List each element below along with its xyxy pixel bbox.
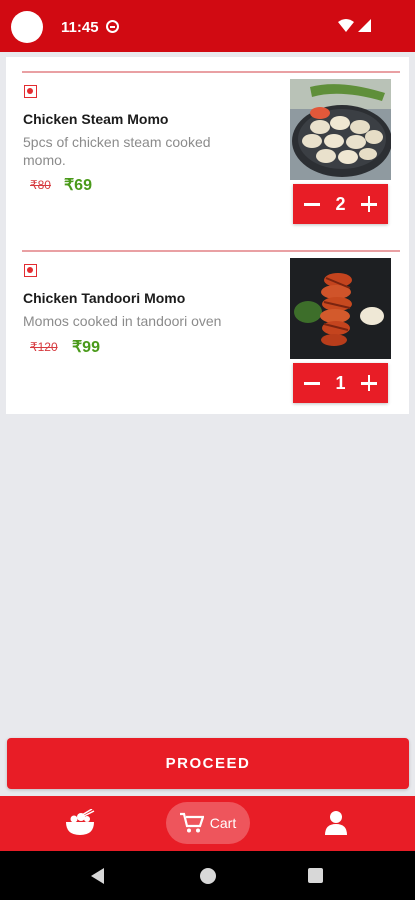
- cart-icon: [179, 812, 204, 833]
- item-price: ₹69: [64, 177, 92, 194]
- divider: [22, 250, 400, 252]
- increment-button[interactable]: [360, 374, 378, 392]
- screen: 11:45 Chicken Steam Momo 5pcs of chicken…: [0, 0, 415, 900]
- decrement-button[interactable]: [303, 374, 321, 392]
- non-veg-icon: [24, 264, 37, 277]
- item-name: Chicken Steam Momo: [23, 111, 169, 127]
- item-price: ₹99: [72, 339, 100, 356]
- nav-cart[interactable]: Cart: [166, 802, 250, 844]
- non-veg-icon: [24, 85, 37, 98]
- nav-profile[interactable]: [322, 809, 350, 837]
- system-nav-bar: [0, 851, 415, 900]
- proceed-button[interactable]: PROCEED: [7, 738, 409, 789]
- status-bar: 11:45: [0, 0, 415, 52]
- item-original-price: ₹120: [30, 340, 58, 354]
- wifi-icon: [338, 19, 354, 32]
- item-description: Momos cooked in tandoori oven: [23, 313, 222, 329]
- quantity-stepper: 2: [293, 184, 388, 224]
- item-original-price: ₹80: [30, 178, 51, 192]
- camera-cutout: [11, 11, 43, 43]
- steam-momo-photo: [290, 79, 391, 180]
- food-bowl-icon: [66, 808, 95, 835]
- nav-menu[interactable]: [64, 808, 96, 837]
- quantity-value: 2: [335, 193, 346, 214]
- cart-item: Chicken Tandoori Momo Momos cooked in ta…: [22, 250, 400, 410]
- tandoori-momo-photo: [290, 258, 391, 359]
- quantity-value: 1: [335, 372, 346, 393]
- bottom-nav: Cart: [0, 796, 415, 851]
- status-icons: [338, 19, 371, 32]
- cart-list: Chicken Steam Momo 5pcs of chicken steam…: [6, 57, 409, 414]
- recents-icon[interactable]: [308, 868, 323, 883]
- divider: [22, 71, 400, 73]
- back-icon[interactable]: [91, 868, 104, 884]
- increment-button[interactable]: [360, 195, 378, 213]
- cart-item: Chicken Steam Momo 5pcs of chicken steam…: [22, 71, 400, 231]
- cell-signal-icon: [358, 19, 371, 32]
- status-time: 11:45: [61, 19, 99, 36]
- item-description: 5pcs of chicken steam cooked momo.: [23, 134, 211, 168]
- quantity-stepper: 1: [293, 363, 388, 403]
- item-name: Chicken Tandoori Momo: [23, 290, 186, 306]
- vpn-icon: [106, 20, 119, 33]
- nav-cart-label: Cart: [209, 815, 237, 831]
- home-icon[interactable]: [200, 868, 216, 884]
- decrement-button[interactable]: [303, 195, 321, 213]
- person-icon: [325, 811, 347, 835]
